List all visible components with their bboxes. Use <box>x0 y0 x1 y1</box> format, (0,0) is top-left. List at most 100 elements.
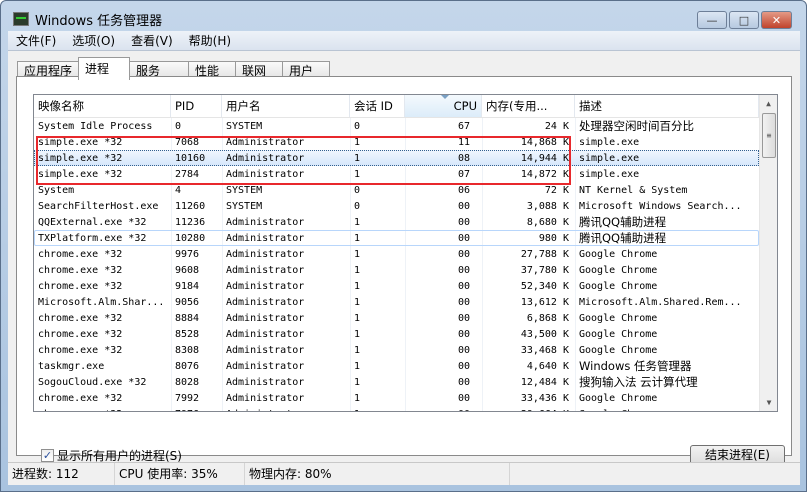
cell-description: simple.exe <box>579 168 640 180</box>
process-row[interactable]: chrome.exe *32 8308 Administrator 1 00 33,468… <box>34 342 759 358</box>
checkbox-checked-icon[interactable]: ✓ <box>41 449 54 462</box>
menu-bar: 文件(F) 选项(O) 查看(V) 帮助(H) <box>8 31 800 51</box>
cell-description: Google Chrome <box>579 280 658 292</box>
cell-pid: 4 <box>175 184 182 196</box>
cell-image-name: chrome.exe *32 <box>38 344 123 356</box>
cell-pid: 8076 <box>175 360 200 372</box>
cell-pid: 10160 <box>175 152 206 164</box>
maximize-button[interactable]: □ <box>729 11 759 29</box>
status-empty <box>510 463 800 485</box>
cell-cpu: 00 <box>457 376 470 388</box>
cell-memory: 8,680 K <box>526 216 569 228</box>
cell-user-name: Administrator <box>226 328 305 340</box>
cell-memory: 14,868 K <box>520 136 569 148</box>
cell-memory: 27,788 K <box>520 248 569 260</box>
process-row[interactable]: QQExternal.exe *32 11236 Administrator 1 00 8… <box>34 214 759 230</box>
cell-pid: 0 <box>175 120 182 132</box>
column-description[interactable]: 描述 <box>575 95 759 117</box>
close-button[interactable]: ✕ <box>761 11 792 29</box>
cell-cpu: 08 <box>457 152 470 164</box>
cell-pid: 7976 <box>171 409 222 412</box>
cell-memory: 72 K <box>544 184 569 196</box>
cell-user-name: SYSTEM <box>226 184 263 196</box>
cell-session-id: 0 <box>354 184 361 196</box>
column-session[interactable]: 会话 ID <box>350 95 405 117</box>
cell-description: 处理器空闲时间百分比 <box>579 119 694 133</box>
process-row[interactable]: TXPlatform.exe *32 10280 Administrator 1 00 9… <box>34 230 759 246</box>
cell-image-name: chrome.exe *32 <box>38 248 123 260</box>
cell-description: Google Chrome <box>579 264 658 276</box>
cell-session-id: 1 <box>354 248 361 260</box>
menu-options[interactable]: 选项(O) <box>64 32 123 49</box>
cell-image-name: System Idle Process <box>38 120 153 132</box>
process-row[interactable]: taskmgr.exe 8076 Administrator 1 00 4,640 K Wi… <box>34 358 759 374</box>
process-row[interactable]: Microsoft.Alm.Shar... 9056 Administrator 1 0… <box>34 294 759 310</box>
process-row[interactable]: chrome.exe *32 9184 Administrator 1 00 52,340… <box>34 278 759 294</box>
cell-user-name: Administrator <box>226 152 305 164</box>
menu-help[interactable]: 帮助(H) <box>181 32 239 49</box>
cell-description: 腾讯QQ辅助进程 <box>579 231 667 245</box>
menu-file[interactable]: 文件(F) <box>8 32 64 49</box>
status-physical-memory: 物理内存: 80% <box>245 463 510 485</box>
tab-processes[interactable]: 进程 <box>78 57 131 80</box>
cell-cpu: 00 <box>457 200 470 212</box>
cell-description: NT Kernel & System <box>579 184 688 196</box>
column-cpu[interactable]: CPU <box>405 95 482 117</box>
column-user[interactable]: 用户名 <box>222 95 350 117</box>
scroll-up-icon[interactable]: ▲ <box>760 95 777 112</box>
cell-description: Microsoft Windows Search... <box>579 200 742 212</box>
process-row[interactable]: SearchFilterHost.exe 11260 SYSTEM 0 00 3,088 … <box>34 198 759 214</box>
cell-pid: 7992 <box>175 392 200 404</box>
column-pid[interactable]: PID <box>171 95 222 117</box>
cell-user-name: SYSTEM <box>226 200 263 212</box>
process-row[interactable]: chrome.exe *32 8884 Administrator 1 00 6,868 … <box>34 310 759 326</box>
cell-pid: 8884 <box>175 312 200 324</box>
cell-session-id: 1 <box>354 168 361 180</box>
process-row[interactable]: chrome.exe *32 8528 Administrator 1 00 43,500… <box>34 326 759 342</box>
process-row[interactable]: simple.exe *32 2784 Administrator 1 07 14,872… <box>34 166 759 182</box>
status-process-count: 进程数: 112 <box>8 463 115 485</box>
process-list[interactable]: 映像名称 PID 用户名 会话 ID CPU 内存(专用... 描述 Syste… <box>33 94 778 412</box>
cell-image-name: chrome.exe *32 <box>38 328 123 340</box>
cell-user-name: SYSTEM <box>226 120 263 132</box>
cell-user-name: Administrator <box>226 376 305 388</box>
cell-memory: 37,780 K <box>520 264 569 276</box>
processes-panel: 映像名称 PID 用户名 会话 ID CPU 内存(专用... 描述 Syste… <box>16 76 792 466</box>
cell-description: Google Chrome <box>579 328 658 340</box>
cell-image-name: chrome.exe *32 <box>34 409 171 412</box>
process-row[interactable]: System Idle Process 0 SYSTEM 0 67 24 K 处理器空闲时间… <box>34 118 759 134</box>
process-row[interactable]: simple.exe *32 7068 Administrator 1 11 14,868… <box>34 134 759 150</box>
column-memory[interactable]: 内存(专用... <box>482 95 575 117</box>
cell-pid: 9608 <box>175 264 200 276</box>
process-row[interactable]: chrome.exe *32 9608 Administrator 1 00 37,780… <box>34 262 759 278</box>
cell-image-name: taskmgr.exe <box>38 360 105 372</box>
scroll-thumb[interactable]: ≡ <box>762 113 776 158</box>
cell-memory: 12,484 K <box>520 376 569 388</box>
process-row[interactable]: simple.exe *32 10160 Administrator 1 08 14,94… <box>34 150 759 166</box>
cell-memory: 14,872 K <box>520 168 569 180</box>
cell-session-id: 1 <box>354 328 361 340</box>
vertical-scrollbar[interactable]: ▲ ≡ ▼ <box>759 95 777 411</box>
minimize-button[interactable]: — <box>697 11 727 29</box>
process-row[interactable]: chrome.exe *32 9976 Administrator 1 00 27,788… <box>34 246 759 262</box>
cell-memory: 4,640 K <box>526 360 569 372</box>
cell-memory: 52,340 K <box>520 280 569 292</box>
cell-cpu: 11 <box>457 136 470 148</box>
process-row[interactable]: chrome.exe *327976Administrator10029,664… <box>34 406 759 412</box>
cell-user-name: Administrator <box>226 264 305 276</box>
scroll-down-icon[interactable]: ▼ <box>760 394 777 411</box>
list-header: 映像名称 PID 用户名 会话 ID CPU 内存(专用... 描述 <box>34 95 759 118</box>
column-image-name[interactable]: 映像名称 <box>34 95 171 117</box>
cell-image-name: chrome.exe *32 <box>38 312 123 324</box>
cell-pid: 8028 <box>175 376 200 388</box>
process-row[interactable]: System 4 SYSTEM 0 06 72 K NT Kernel & System <box>34 182 759 198</box>
cell-cpu: 00 <box>457 392 470 404</box>
cell-session-id: 1 <box>354 264 361 276</box>
menu-view[interactable]: 查看(V) <box>123 32 181 49</box>
cell-image-name: simple.exe *32 <box>38 152 123 164</box>
cell-pid: 9056 <box>175 296 200 308</box>
cell-cpu: 00 <box>457 248 470 260</box>
process-row[interactable]: chrome.exe *32 7992 Administrator 1 00 33,436… <box>34 390 759 406</box>
process-row[interactable]: SogouCloud.exe *32 8028 Administrator 1 00 12… <box>34 374 759 390</box>
cell-image-name: simple.exe *32 <box>38 136 123 148</box>
